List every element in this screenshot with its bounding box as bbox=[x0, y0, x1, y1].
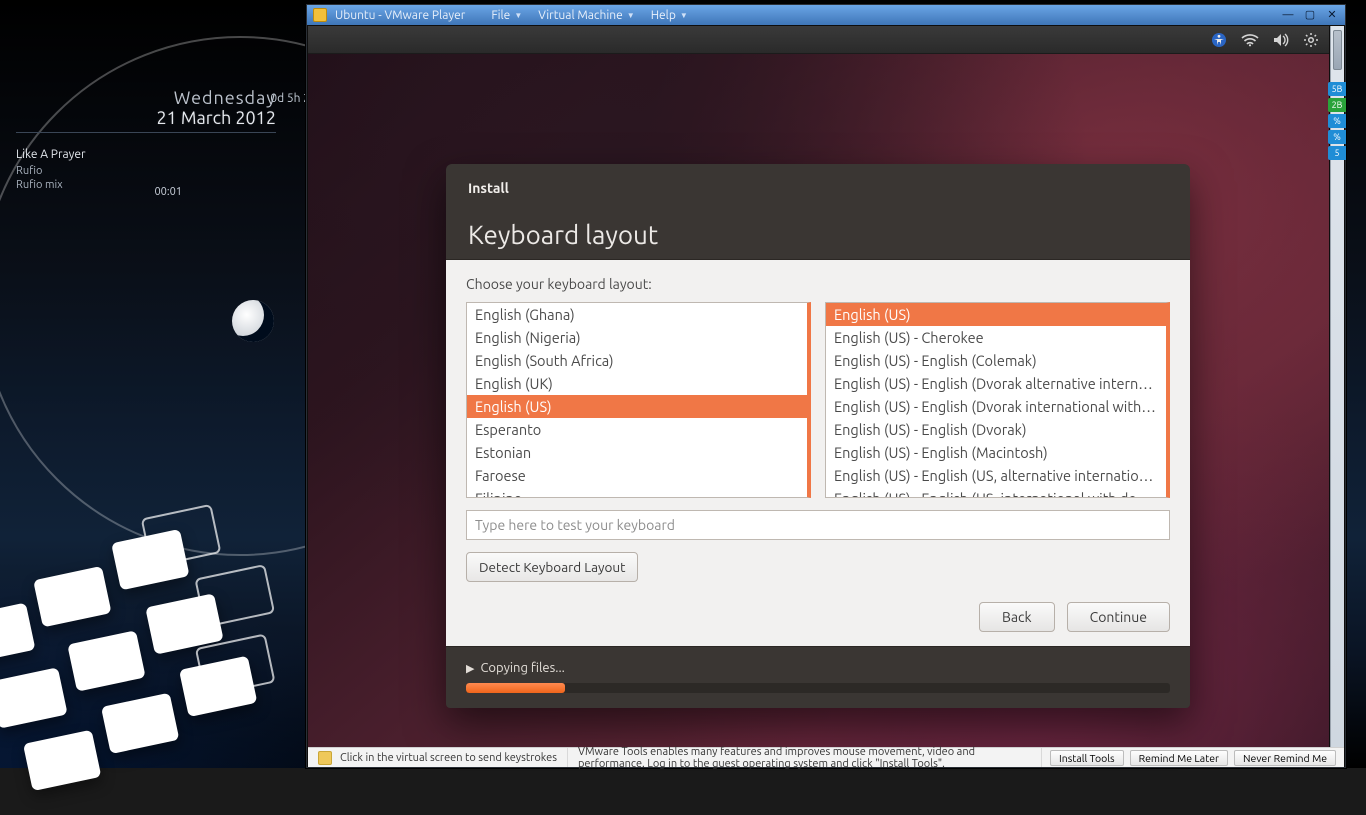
list-item[interactable]: English (Nigeria) bbox=[467, 326, 807, 349]
chevron-down-icon: ▼ bbox=[627, 11, 635, 20]
gnome-top-panel bbox=[308, 26, 1329, 54]
list-item[interactable]: English (UK) bbox=[467, 372, 807, 395]
vmware-window-title: Ubuntu - VMware Player bbox=[335, 9, 465, 22]
remind-later-button[interactable]: Remind Me Later bbox=[1130, 750, 1228, 766]
menu-file-label: File bbox=[491, 9, 510, 22]
track-mix: Rufio mix bbox=[16, 179, 276, 191]
ubuntu-installer-dialog: Install Keyboard layout Choose your keyb… bbox=[446, 164, 1190, 708]
copy-progress-bar bbox=[466, 683, 1170, 693]
list-item[interactable]: English (Ghana) bbox=[467, 303, 807, 326]
list-item[interactable]: English (US) - English (Macintosh) bbox=[826, 441, 1166, 464]
track-artist: Rufio bbox=[16, 165, 276, 177]
keyboard-lists: English (Ghana)English (Nigeria)English … bbox=[466, 302, 1170, 498]
clock-date: 21 March 2012 bbox=[16, 108, 276, 128]
window-minimize-button[interactable]: — bbox=[1281, 9, 1295, 21]
track-time: 00:01 bbox=[154, 186, 182, 198]
desktop-tiles-decoration bbox=[0, 505, 341, 815]
scrollbar-thumb[interactable] bbox=[1333, 30, 1342, 70]
list-item[interactable]: English (US) bbox=[467, 395, 807, 418]
vmware-app-icon bbox=[313, 8, 327, 22]
list-item[interactable]: English (US) - Cherokee bbox=[826, 326, 1166, 349]
keyboard-variant-list[interactable]: English (US)English (US) - CherokeeEngli… bbox=[825, 302, 1170, 498]
chevron-down-icon: ▼ bbox=[680, 11, 688, 20]
list-item[interactable]: English (US) bbox=[826, 303, 1166, 326]
chevron-down-icon: ▼ bbox=[514, 11, 522, 20]
clock-divider bbox=[16, 132, 276, 133]
sound-icon[interactable] bbox=[1273, 33, 1289, 47]
accessibility-icon[interactable] bbox=[1211, 32, 1227, 48]
installer-title: Keyboard layout bbox=[468, 220, 1168, 249]
install-tools-button[interactable]: Install Tools bbox=[1050, 750, 1124, 766]
menu-help-label: Help bbox=[651, 9, 676, 22]
installer-header: Install Keyboard layout bbox=[446, 164, 1190, 259]
now-playing-widget: Like A Prayer Rufio Rufio mix 00:01 bbox=[16, 148, 276, 191]
track-title: Like A Prayer bbox=[16, 148, 276, 161]
keyboard-prompt: Choose your keyboard layout: bbox=[466, 276, 1170, 292]
list-item[interactable]: English (US) - English (Dvorak alternati… bbox=[826, 372, 1166, 395]
hint-tools-segment: VMware Tools enables many features and i… bbox=[568, 748, 1042, 767]
sidebar-gadget-chips: 5B 2B%% 5 bbox=[1328, 82, 1346, 160]
moon-decoration bbox=[232, 300, 274, 342]
copy-progress-fill bbox=[466, 683, 565, 693]
installer-nav-row: Back Continue bbox=[466, 602, 1170, 632]
keyboard-language-list[interactable]: English (Ghana)English (Nigeria)English … bbox=[466, 302, 811, 498]
disclosure-triangle-icon: ▶ bbox=[466, 662, 474, 675]
guest-scrollbar[interactable]: 5B 2B%% 5 bbox=[1330, 26, 1344, 747]
continue-button[interactable]: Continue bbox=[1067, 602, 1170, 632]
gadget-chip: % bbox=[1328, 114, 1346, 128]
list-item[interactable]: Faroese bbox=[467, 464, 807, 487]
list-item[interactable]: English (US) - English (Dvorak internati… bbox=[826, 395, 1166, 418]
hint-buttons: Install Tools Remind Me Later Never Remi… bbox=[1042, 748, 1344, 767]
vmware-hint-bar: Click in the virtual screen to send keys… bbox=[308, 747, 1344, 767]
gadget-chip: 5 bbox=[1328, 146, 1346, 160]
list-item[interactable]: English (US) - English (US, alternative … bbox=[826, 464, 1166, 487]
gadget-chip: 2B bbox=[1328, 98, 1346, 112]
detect-keyboard-button[interactable]: Detect Keyboard Layout bbox=[466, 552, 638, 582]
gadget-chip: % bbox=[1328, 130, 1346, 144]
menu-virtual-machine[interactable]: Virtual Machine ▼ bbox=[534, 9, 638, 22]
vmware-titlebar[interactable]: Ubuntu - VMware Player File ▼ Virtual Mac… bbox=[307, 5, 1345, 25]
gear-icon[interactable] bbox=[1303, 32, 1319, 48]
list-item[interactable]: English (US) - English (US, internationa… bbox=[826, 487, 1166, 498]
window-maximize-button[interactable]: ▢ bbox=[1303, 9, 1317, 21]
desktop-clock-widget: Wednesday 21 March 2012 0d 5h 20mn UP bbox=[16, 88, 276, 139]
list-item[interactable]: English (US) - English (Dvorak) bbox=[826, 418, 1166, 441]
list-item[interactable]: English (US) - English (Colemak) bbox=[826, 349, 1166, 372]
never-remind-button[interactable]: Never Remind Me bbox=[1234, 750, 1336, 766]
list-item[interactable]: English (South Africa) bbox=[467, 349, 807, 372]
installer-body: Choose your keyboard layout: English (Gh… bbox=[446, 259, 1190, 647]
list-item[interactable]: Esperanto bbox=[467, 418, 807, 441]
vmware-player-window: Ubuntu - VMware Player File ▼ Virtual Mac… bbox=[306, 4, 1346, 768]
installer-step-label: Install bbox=[468, 180, 1168, 196]
window-close-button[interactable]: ✕ bbox=[1325, 9, 1339, 21]
guest-display[interactable]: Install Keyboard layout Choose your keyb… bbox=[308, 26, 1329, 747]
network-icon[interactable] bbox=[1241, 33, 1259, 47]
installer-footer: ▶ Copying files... bbox=[446, 647, 1190, 708]
hint-info-icon bbox=[318, 751, 332, 765]
menu-file[interactable]: File ▼ bbox=[487, 9, 526, 22]
clock-day: Wednesday bbox=[16, 88, 276, 108]
copying-row[interactable]: ▶ Copying files... bbox=[466, 661, 1170, 675]
hint-click-text: Click in the virtual screen to send keys… bbox=[340, 752, 557, 764]
hint-click-segment: Click in the virtual screen to send keys… bbox=[308, 748, 568, 767]
list-item[interactable]: Estonian bbox=[467, 441, 807, 464]
gadget-chip: 5B bbox=[1328, 82, 1346, 96]
menu-help[interactable]: Help ▼ bbox=[647, 9, 692, 22]
list-item[interactable]: Filipino bbox=[467, 487, 807, 498]
keyboard-test-input[interactable] bbox=[466, 510, 1170, 540]
back-button[interactable]: Back bbox=[979, 602, 1055, 632]
copying-label: Copying files... bbox=[480, 661, 564, 675]
menu-vm-label: Virtual Machine bbox=[538, 9, 623, 22]
hint-tools-text: VMware Tools enables many features and i… bbox=[578, 746, 1031, 770]
